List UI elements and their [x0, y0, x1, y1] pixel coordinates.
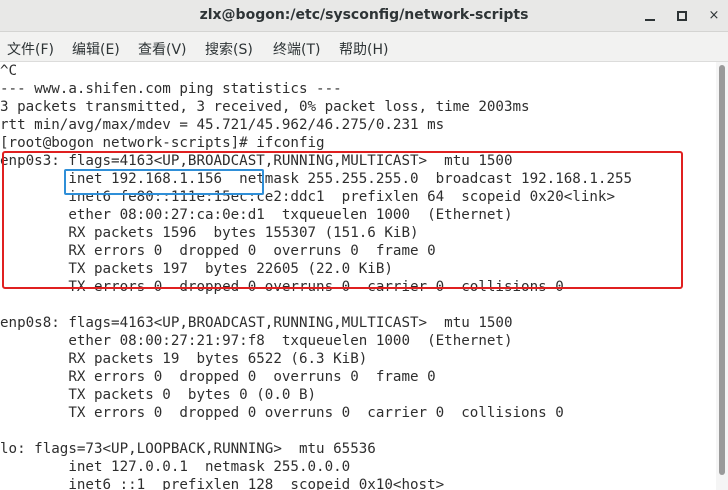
terminal-line: 3 packets transmitted, 3 received, 0% pa… [0, 99, 530, 115]
maximize-icon [677, 11, 687, 21]
menu-terminal[interactable]: 终端(T) [273, 39, 320, 59]
terminal-line: [root@bogon network-scripts]# ifconfig [0, 135, 325, 151]
maximize-button[interactable] [672, 6, 692, 26]
menu-bar: 文件(F) 编辑(E) 查看(V) 搜索(S) 终端(T) 帮助(H) [0, 32, 728, 62]
terminal-line: ^C [0, 63, 18, 79]
scrollbar-thumb[interactable] [719, 65, 725, 475]
ip-address-highlight-box [64, 169, 264, 195]
terminal-line: lo: flags=73<UP,LOOPBACK,RUNNING> mtu 65… [0, 441, 376, 457]
terminal-line: RX errors 0 dropped 0 overruns 0 frame 0 [0, 369, 436, 385]
menu-help[interactable]: 帮助(H) [339, 39, 388, 59]
minimize-icon [645, 19, 655, 21]
window-title: zlx@bogon:/etc/sysconfig/network-scripts [199, 7, 529, 23]
terminal-line: ether 08:00:27:21:97:f8 txqueuelen 1000 … [0, 333, 513, 349]
terminal-line: inet6 ::1 prefixlen 128 scopeid 0x10<hos… [0, 477, 445, 490]
terminal-line: TX packets 0 bytes 0 (0.0 B) [0, 387, 317, 403]
terminal-line: --- www.a.shifen.com ping statistics --- [0, 81, 342, 97]
menu-file[interactable]: 文件(F) [7, 39, 54, 59]
vertical-scrollbar[interactable] [716, 62, 728, 490]
terminal-line: enp0s8: flags=4163<UP,BROADCAST,RUNNING,… [0, 315, 513, 331]
terminal-line: TX errors 0 dropped 0 overruns 0 carrier… [0, 405, 564, 421]
terminal-line: inet 127.0.0.1 netmask 255.0.0.0 [0, 459, 351, 475]
terminal-line: rtt min/avg/max/mdev = 45.721/45.962/46.… [0, 117, 445, 133]
minimize-button[interactable] [640, 6, 660, 26]
menu-edit[interactable]: 编辑(E) [72, 39, 120, 59]
terminal-line: RX packets 19 bytes 6522 (6.3 KiB) [0, 351, 368, 367]
window-titlebar[interactable]: zlx@bogon:/etc/sysconfig/network-scripts… [0, 0, 728, 32]
menu-view[interactable]: 查看(V) [138, 39, 187, 59]
menu-search[interactable]: 搜索(S) [205, 39, 253, 59]
close-button[interactable]: × [704, 6, 724, 26]
